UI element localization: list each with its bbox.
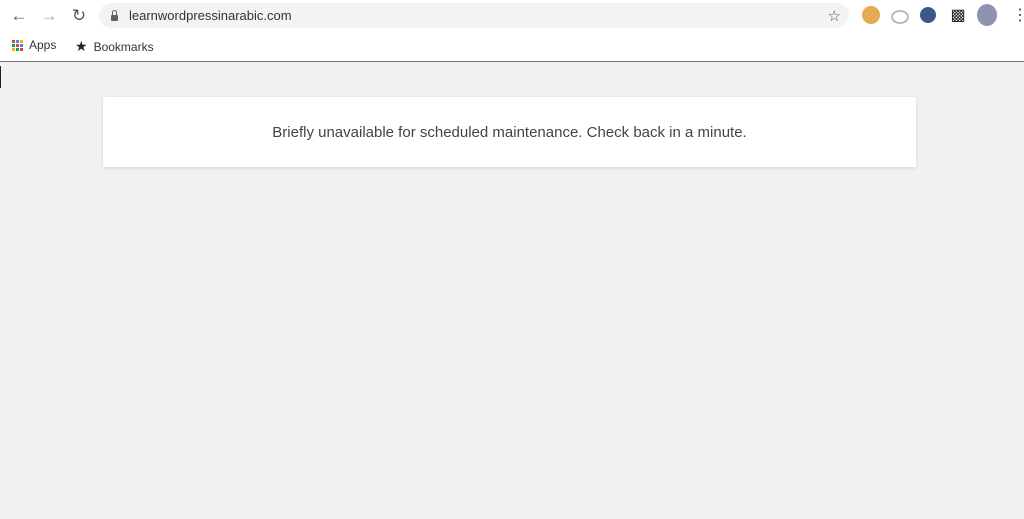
star-icon: ★: [75, 38, 88, 54]
browser-toolbar: ← → ↻ learnwordpressinarabic.com ☆ ▩ ⋮: [0, 0, 1024, 31]
bookmark-star-icon[interactable]: ☆: [828, 7, 841, 25]
lock-icon[interactable]: [111, 9, 118, 21]
cloud-extension-icon[interactable]: [891, 10, 909, 24]
puzzle-extensions-icon[interactable]: ▩: [949, 5, 967, 24]
bookmarks-bar: Apps ★ Bookmarks: [0, 31, 1024, 62]
bookmark-label: Apps: [29, 38, 57, 52]
more-menu-icon[interactable]: ⋮: [1012, 5, 1024, 25]
cookie-extension-icon[interactable]: [862, 6, 880, 24]
reload-button[interactable]: ↻: [66, 6, 92, 26]
maintenance-message: Briefly unavailable for scheduled mainte…: [272, 123, 747, 141]
bookmark-apps[interactable]: Apps: [12, 38, 56, 52]
back-button[interactable]: ←: [6, 6, 32, 26]
text-cursor: [0, 66, 1, 88]
forward-button[interactable]: →: [36, 6, 62, 26]
bookmark-label: Bookmarks: [93, 39, 154, 54]
bookmark-folder[interactable]: ★ Bookmarks: [75, 38, 154, 55]
address-bar[interactable]: learnwordpressinarabic.com ☆: [99, 3, 849, 28]
profile-avatar[interactable]: [977, 4, 997, 26]
url-text[interactable]: learnwordpressinarabic.com: [129, 8, 292, 23]
cursor-extension-icon[interactable]: [920, 7, 936, 23]
apps-grid-icon: [12, 39, 23, 51]
maintenance-notice: Briefly unavailable for scheduled mainte…: [103, 97, 916, 167]
